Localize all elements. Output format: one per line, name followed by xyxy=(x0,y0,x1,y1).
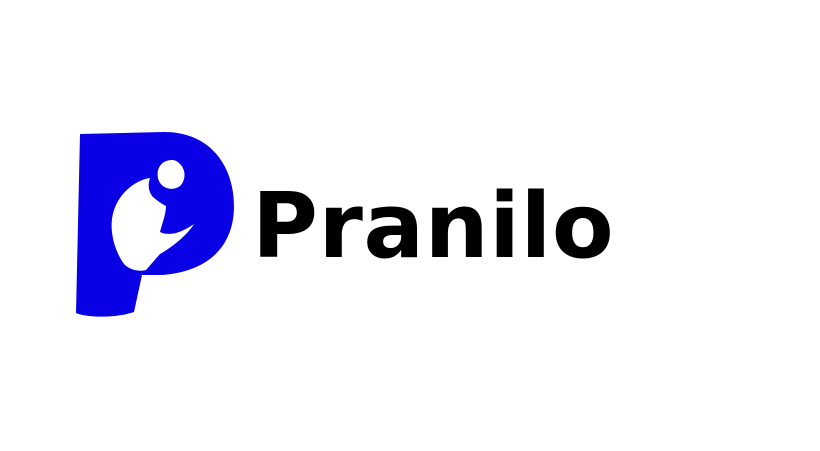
mark-shape xyxy=(76,132,234,317)
letter-p-person-icon xyxy=(76,132,234,317)
brand-name: Pranilo xyxy=(252,174,615,279)
brand-logo: Pranilo xyxy=(0,0,820,451)
